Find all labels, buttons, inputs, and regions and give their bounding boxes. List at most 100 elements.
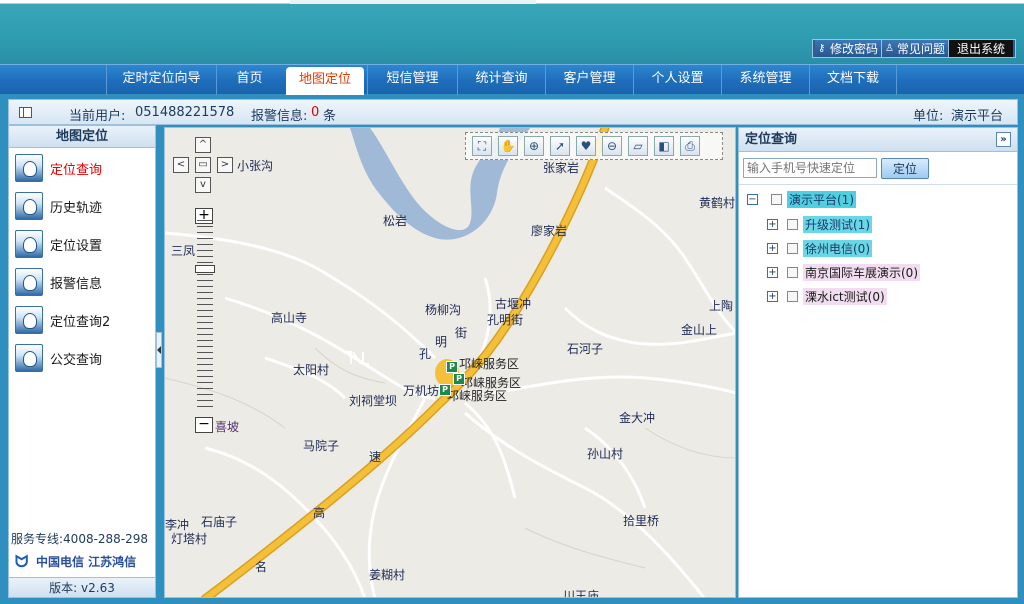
unit-label: 单位: xyxy=(913,109,944,124)
nav-item-document-download[interactable]: 文档下载 xyxy=(809,65,897,95)
menu-item-alarm-info[interactable]: 报警信息 xyxy=(15,267,102,297)
print-icon[interactable]: ⎙ xyxy=(680,136,700,156)
tree-node-child[interactable]: + 溧水ict测试(0) xyxy=(767,286,887,306)
collapse-node-icon[interactable]: − xyxy=(747,193,758,205)
change-password-label: 修改密码 xyxy=(829,42,878,56)
menu-item-bus-query[interactable]: 公交查询 xyxy=(15,343,102,373)
location-query-2-icon xyxy=(15,306,43,334)
menu-item-location-settings[interactable]: 定位设置 xyxy=(15,229,102,259)
group-tree: − 演示平台(1) + 升级测试(1) + 徐州电信(0) + 南京国际车展演示… xyxy=(739,184,1017,596)
tree-node-child[interactable]: + 南京国际车展演示(0) xyxy=(767,262,920,282)
pan-center-button[interactable]: ▭ xyxy=(195,157,211,173)
logout-button[interactable]: 退出系统 xyxy=(948,40,1013,57)
map-place-label: 刘祠堂坝 xyxy=(349,394,398,408)
map-place-label: 街 xyxy=(455,326,468,340)
select-arrow-icon[interactable]: ➚ xyxy=(550,136,570,156)
faq-label: 常见问题 xyxy=(896,42,945,56)
map-place-label: 名 xyxy=(255,560,268,574)
fullscreen-icon[interactable]: ⛶ xyxy=(472,136,492,156)
pan-right-button[interactable]: > xyxy=(217,157,233,173)
tree-checkbox[interactable] xyxy=(787,266,798,278)
service-hotline: 服务专线:4008-288-298 xyxy=(11,532,149,546)
alarm-label: 报警信息: xyxy=(251,109,308,124)
tree-checkbox[interactable] xyxy=(771,193,782,205)
eraser-icon[interactable]: ◧ xyxy=(654,136,674,156)
right-query-panel: 定位查询 » 定位 − 演示平台(1) + 升级测试(1) + 徐州电信(0) … xyxy=(738,127,1018,598)
pan-left-button[interactable]: < xyxy=(173,157,189,173)
nav-item-personal-settings[interactable]: 个人设置 xyxy=(633,65,721,95)
service-area-poi-icon[interactable]: P xyxy=(446,361,458,373)
nav-item-statistics[interactable]: 统计查询 xyxy=(457,65,545,95)
map-place-label: 小张沟 xyxy=(237,159,274,173)
expand-node-icon[interactable]: + xyxy=(767,266,778,278)
alarm-unit: 条 xyxy=(323,109,337,124)
pan-up-button[interactable]: ^ xyxy=(195,137,211,153)
map-place-label: 黄鹤村 xyxy=(699,196,736,210)
map-place-label: 金大冲 xyxy=(619,411,656,425)
map-place-label: 松岩 xyxy=(383,214,408,228)
nav-item-timed-location-wizard[interactable]: 定时定位向导 xyxy=(106,65,216,95)
marker-pin-icon[interactable]: ♥ xyxy=(576,136,596,156)
map-place-label: 金山上 xyxy=(681,323,718,337)
nav-item-customer-management[interactable]: 客户管理 xyxy=(545,65,633,95)
menu-item-location-query-2[interactable]: 定位查询2 xyxy=(15,305,110,335)
pan-hand-icon[interactable]: ✋ xyxy=(498,136,518,156)
service-area-poi-icon[interactable]: P xyxy=(453,373,465,385)
zoom-slider-handle[interactable] xyxy=(195,264,215,273)
tree-node-child[interactable]: + 升级测试(1) xyxy=(767,214,872,234)
locate-button[interactable]: 定位 xyxy=(881,158,929,179)
user-icon: ♙ xyxy=(884,42,894,54)
change-password-link[interactable]: ⚷ 修改密码 xyxy=(814,40,882,57)
menu-item-location-query[interactable]: 定位查询 xyxy=(15,153,102,183)
tree-node-child[interactable]: + 徐州电信(0) xyxy=(767,238,872,258)
left-panel-title: 地图定位 xyxy=(9,126,155,148)
map-place-label: 廖家岩 xyxy=(531,224,568,238)
menu-item-label: 历史轨迹 xyxy=(50,200,103,216)
tree-checkbox[interactable] xyxy=(787,242,798,254)
map-place-label: 石庙子 xyxy=(201,515,238,529)
menu-item-history-track[interactable]: 历史轨迹 xyxy=(15,191,102,221)
map-place-label: 孔 xyxy=(419,347,432,361)
map-place-label: 杨柳沟 xyxy=(425,303,462,317)
tree-node-root[interactable]: − 演示平台(1) xyxy=(747,189,856,209)
collapse-panel-icon[interactable]: » xyxy=(996,132,1011,147)
nav-item-system-management[interactable]: 系统管理 xyxy=(721,65,809,95)
current-user-value: 051488221578 xyxy=(135,105,235,120)
service-area-poi-icon[interactable]: P xyxy=(439,384,451,396)
zoom-out-button[interactable]: − xyxy=(195,417,213,433)
nav-item-home[interactable]: 首页 xyxy=(216,65,282,95)
pan-down-button[interactable]: v xyxy=(195,177,211,193)
expand-node-icon[interactable]: + xyxy=(767,218,778,230)
tree-checkbox[interactable] xyxy=(787,218,798,230)
zoom-scale-ticks xyxy=(197,220,213,410)
map-place-label: 邛崃服务区 xyxy=(447,389,508,403)
tree-node-label[interactable]: 徐州电信(0) xyxy=(803,239,872,257)
alarm-info-icon xyxy=(15,268,43,296)
map-place-label: 孔明街 xyxy=(487,313,524,327)
nav-item-map-location[interactable]: 地图定位 xyxy=(286,67,364,95)
expand-node-icon[interactable]: + xyxy=(767,290,778,302)
measure-ruler-icon[interactable]: ▱ xyxy=(628,136,648,156)
map-place-label: 川王庙 xyxy=(563,589,600,598)
menu-item-label: 定位查询 xyxy=(50,162,103,178)
faq-link[interactable]: ♙ 常见问题 xyxy=(881,40,949,57)
nav-item-sms-management[interactable]: 短信管理 xyxy=(367,65,457,95)
phone-quick-locate-input[interactable] xyxy=(743,158,877,178)
map-place-label: 太阳村 xyxy=(293,363,330,377)
unit-name: 演示平台 xyxy=(951,109,1004,124)
location-settings-icon xyxy=(15,230,43,258)
layout-toggle-icon[interactable] xyxy=(19,107,32,118)
menu-item-label: 报警信息 xyxy=(50,276,103,292)
left-panel-collapse-handle[interactable] xyxy=(156,332,162,368)
expand-node-icon[interactable]: + xyxy=(767,242,778,254)
zoom-in-box-icon[interactable]: ⊕ xyxy=(524,136,544,156)
brand-logo: ᗢ 中国电信 江苏鸿信 xyxy=(15,553,136,570)
brand-text: 中国电信 江苏鸿信 xyxy=(36,555,137,569)
tree-node-label[interactable]: 演示平台(1) xyxy=(787,190,856,208)
map-view[interactable]: 小张沟 张家岩 黄鹤村 松岩 廖家岩 三凤 杨柳沟 古堰冲 孔明街 上陶 高山寺… xyxy=(164,127,736,598)
tree-node-label[interactable]: 溧水ict测试(0) xyxy=(803,287,887,305)
tree-node-label[interactable]: 南京国际车展演示(0) xyxy=(803,263,920,281)
zoom-out-box-icon[interactable]: ⊖ xyxy=(602,136,622,156)
tree-node-label[interactable]: 升级测试(1) xyxy=(803,215,872,233)
tree-checkbox[interactable] xyxy=(787,290,798,302)
